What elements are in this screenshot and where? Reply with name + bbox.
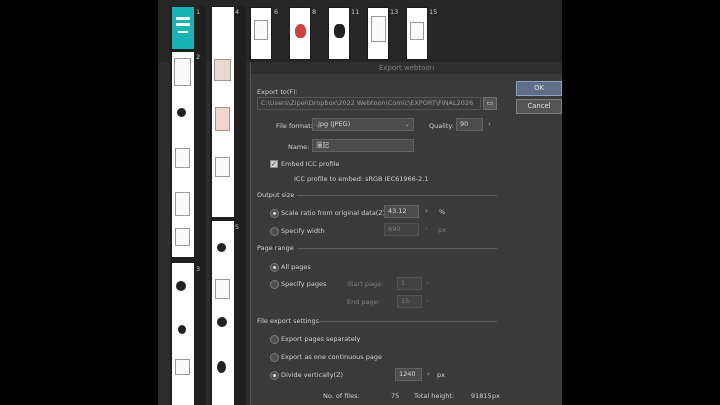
file-format-value: .jpg (JPEG) [316, 120, 351, 128]
page-number: 4 [235, 8, 240, 16]
specify-pages-radio[interactable] [270, 280, 279, 289]
file-format-select[interactable]: .jpg (JPEG) ⌄ [312, 118, 414, 131]
page-thumbnail[interactable] [406, 7, 428, 60]
page-number: 2 [196, 53, 201, 61]
specify-pages-label: Specify pages [281, 280, 327, 288]
total-height-value: 91815 [471, 392, 492, 400]
chevron-right-icon: › [426, 279, 429, 287]
name-input[interactable]: 漫記 [312, 139, 414, 152]
page-number: 11 [351, 8, 360, 16]
export-separately-label: Export pages separately [281, 335, 361, 343]
all-pages-radio[interactable] [270, 263, 279, 272]
page-thumbnail[interactable] [212, 221, 234, 405]
output-size-section: Output size [257, 191, 295, 199]
divider [297, 248, 497, 249]
num-files-value: 75 [391, 392, 400, 400]
chevron-right-icon: › [426, 297, 429, 305]
browse-folder-button[interactable]: ▭ [483, 97, 497, 110]
file-format-label: File format: [276, 122, 313, 130]
export-continuous-radio[interactable] [270, 353, 279, 362]
page-number: 8 [312, 8, 317, 16]
export-continuous-label: Export as one continuous page [281, 353, 382, 361]
page-thumbnail[interactable] [250, 7, 272, 60]
ok-button[interactable]: OK [516, 81, 562, 96]
divider [297, 195, 497, 196]
divide-unit: px [437, 371, 445, 379]
specify-width-unit: px [438, 226, 446, 234]
page-thumbnail[interactable] [172, 263, 194, 405]
specify-width-input[interactable]: 690 [384, 223, 419, 236]
divide-vertically-label: Divide vertically(Z) [281, 371, 344, 379]
scale-ratio-label: Scale ratio from original data(Z) [281, 209, 386, 217]
export-to-label: Export to(F): [257, 88, 298, 96]
embed-icc-checkbox[interactable]: ✓ [270, 160, 278, 168]
chevron-down-icon: ⌄ [404, 120, 410, 128]
name-label: Name: [288, 143, 310, 151]
specify-width-label: Specify width [281, 227, 325, 235]
folder-icon: ▭ [486, 99, 494, 107]
embed-icc-label: Embed ICC profile [281, 160, 340, 168]
scale-ratio-radio[interactable] [270, 209, 279, 218]
page-thumbnail[interactable] [212, 7, 234, 217]
chevron-right-icon[interactable]: › [425, 207, 428, 215]
page-overview-panel: 6 8 11 13 15 1 2 3 4 5 Export webtoon Ex… [158, 0, 562, 405]
page-range-section: Page range [257, 244, 294, 252]
chevron-right-icon[interactable]: › [427, 370, 430, 378]
page-number: 13 [390, 8, 399, 16]
scale-ratio-unit: % [439, 208, 446, 216]
file-export-section: File export settings [257, 317, 319, 325]
start-page-label: Start page: [347, 280, 384, 288]
page-thumbnail[interactable] [172, 52, 194, 257]
cancel-button[interactable]: Cancel [516, 99, 562, 114]
num-files-label: No. of files: [323, 392, 360, 400]
page-number: 6 [274, 8, 279, 16]
page-thumbnail-cover[interactable] [172, 7, 194, 49]
export-separately-radio[interactable] [270, 335, 279, 344]
page-thumbnail[interactable] [328, 7, 350, 60]
cat-icon [334, 24, 345, 38]
divide-height-input[interactable]: 1240 [395, 368, 422, 381]
divide-vertically-radio[interactable] [270, 371, 279, 380]
page-number: 1 [196, 8, 201, 16]
divider [313, 321, 497, 322]
quality-input[interactable]: 90 [456, 118, 483, 131]
end-page-label: End page: [347, 298, 380, 306]
page-number: 15 [429, 8, 438, 16]
start-page-input[interactable]: 1 [397, 277, 422, 290]
chevron-right-icon[interactable]: › [488, 120, 491, 128]
end-page-input[interactable]: 15 [397, 295, 422, 308]
total-height-unit: px [492, 392, 500, 400]
chevron-right-icon: › [425, 225, 428, 233]
specify-width-radio[interactable] [270, 227, 279, 236]
figure-icon [295, 24, 306, 38]
all-pages-label: All pages [281, 263, 311, 271]
total-height-label: Total height: [414, 392, 455, 400]
dialog-title: Export webtoon [251, 62, 562, 74]
page-number: 5 [235, 223, 240, 231]
page-number: 3 [196, 265, 201, 273]
icc-profile-text: ICC profile to embed: sRGB IEC61966-2.1 [294, 175, 429, 183]
scale-ratio-input[interactable]: 43.12 [384, 205, 419, 218]
quality-label: Quality: [429, 122, 454, 130]
page-thumbnail[interactable] [289, 7, 311, 60]
page-thumbnail[interactable] [367, 7, 389, 60]
export-path-field[interactable]: C:\Users\Zipei\Dropbox\2022 Webtoon\Comi… [257, 97, 481, 110]
